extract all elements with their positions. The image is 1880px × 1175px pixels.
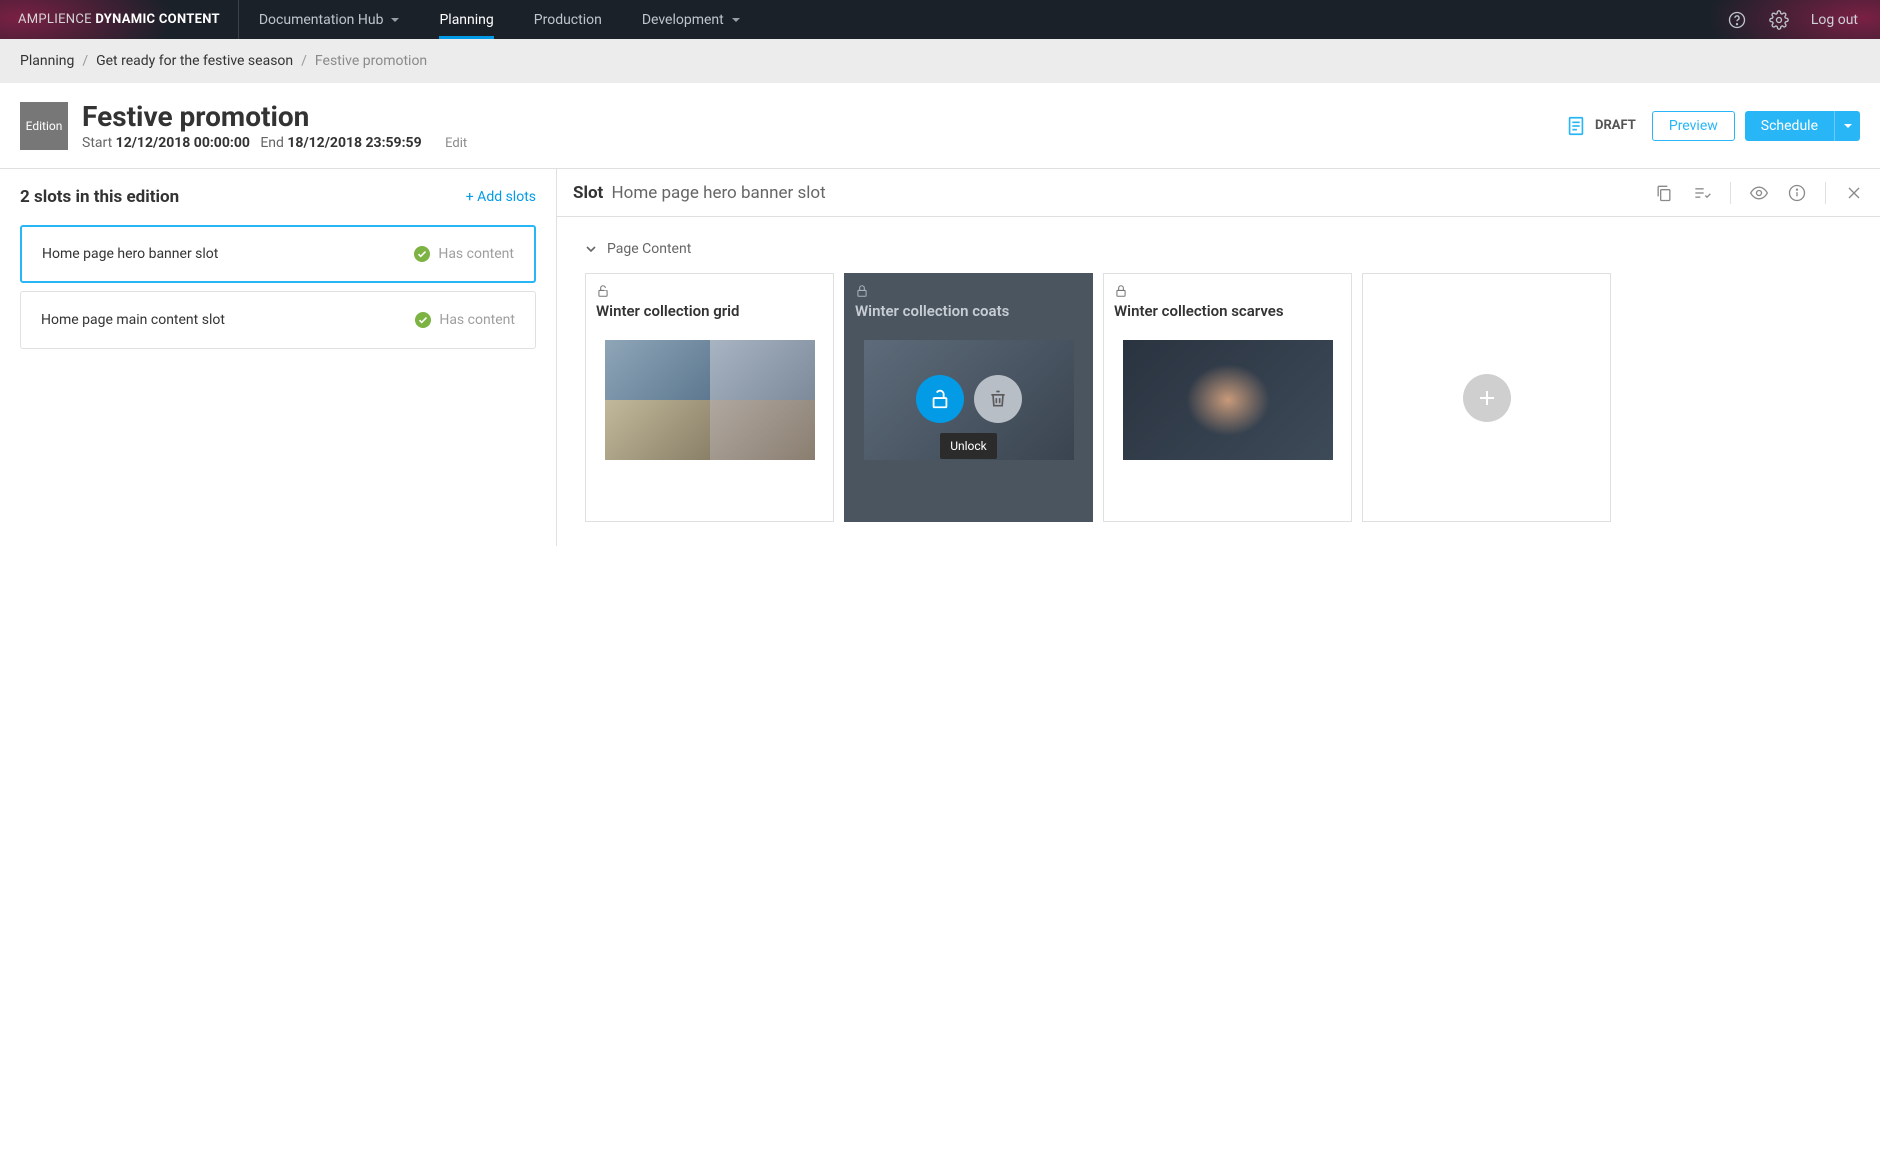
- nav-planning[interactable]: Planning: [419, 0, 513, 39]
- nav-documentation-hub[interactable]: Documentation Hub: [239, 0, 420, 39]
- card-title: Winter collection scarves: [1114, 302, 1341, 320]
- card-title: Winter collection grid: [596, 302, 823, 320]
- start-value: 12/12/2018 00:00:00: [116, 135, 250, 151]
- top-bar: AMPLIENCE DYNAMIC CONTENT Documentation …: [0, 0, 1880, 39]
- edition-actions: DRAFT Preview Schedule: [1565, 111, 1860, 141]
- unlock-tooltip: Unlock: [940, 433, 997, 459]
- lock-icon: [855, 284, 869, 298]
- content-card-grid[interactable]: Winter collection grid: [585, 273, 834, 522]
- card-thumbnail-grid: [605, 340, 815, 460]
- slot-card-hero[interactable]: Home page hero banner slot Has content: [20, 225, 536, 283]
- check-icon: [415, 312, 431, 328]
- slots-heading-row: 2 slots in this edition + Add slots: [20, 187, 536, 207]
- crumb-event[interactable]: Get ready for the festive season: [96, 53, 293, 69]
- delete-button[interactable]: [974, 375, 1022, 423]
- settings-icon[interactable]: [1769, 10, 1789, 30]
- schedule-button[interactable]: Schedule: [1745, 111, 1834, 141]
- card-thumbnail: [1123, 340, 1333, 460]
- caret-down-icon: [1844, 124, 1852, 128]
- divider: [1825, 182, 1826, 204]
- page-content-section: Page Content Winter collection grid Wint…: [557, 217, 1880, 546]
- section-toggle[interactable]: Page Content: [585, 241, 1852, 257]
- overlay-buttons: [916, 375, 1022, 423]
- logout-link[interactable]: Log out: [1811, 12, 1858, 28]
- content-card-scarves[interactable]: Winter collection scarves: [1103, 273, 1352, 522]
- has-content-label: Has content: [439, 312, 515, 328]
- chevron-down-icon: [585, 243, 597, 255]
- status-text: DRAFT: [1595, 118, 1636, 133]
- slot-name-display: Home page hero banner slot: [612, 183, 826, 203]
- check-icon: [414, 246, 430, 262]
- nav-label: Development: [642, 12, 724, 28]
- divider: [1730, 182, 1731, 204]
- edition-header: Edition Festive promotion Start 12/12/20…: [0, 83, 1880, 169]
- crumb-current: Festive promotion: [315, 53, 427, 69]
- add-content-button[interactable]: [1463, 374, 1511, 422]
- brand-light: AMPLIENCE: [18, 12, 92, 27]
- add-slots-link[interactable]: + Add slots: [466, 189, 536, 205]
- slot-label: Slot: [573, 183, 603, 203]
- help-icon[interactable]: [1727, 10, 1747, 30]
- edition-title: Festive promotion: [82, 100, 467, 133]
- content-card-add[interactable]: [1362, 273, 1611, 522]
- edit-link[interactable]: Edit: [445, 136, 467, 151]
- breadcrumb: Planning / Get ready for the festive sea…: [0, 39, 1880, 83]
- crumb-planning[interactable]: Planning: [20, 53, 74, 69]
- chevron-down-icon: [391, 18, 399, 22]
- nav-production[interactable]: Production: [514, 0, 622, 39]
- close-icon[interactable]: [1844, 183, 1864, 203]
- brand: AMPLIENCE DYNAMIC CONTENT: [0, 0, 239, 39]
- has-content-label: Has content: [438, 246, 514, 262]
- left-panel: 2 slots in this edition + Add slots Home…: [0, 169, 556, 546]
- nav-label: Planning: [439, 12, 493, 28]
- main: 2 slots in this edition + Add slots Home…: [0, 169, 1880, 546]
- nav-label: Documentation Hub: [259, 12, 384, 28]
- chevron-down-icon: [732, 18, 740, 22]
- lock-icon: [1114, 284, 1128, 298]
- status-draft: DRAFT: [1565, 115, 1636, 137]
- unlock-button[interactable]: [916, 375, 964, 423]
- edition-info: Festive promotion Start 12/12/2018 00:00…: [82, 100, 467, 151]
- top-right: Log out: [1727, 10, 1880, 30]
- right-header: Slot Home page hero banner slot: [557, 169, 1880, 217]
- right-title: Slot Home page hero banner slot: [573, 183, 826, 203]
- trash-icon: [988, 389, 1008, 409]
- info-icon[interactable]: [1787, 183, 1807, 203]
- brand-bold: DYNAMIC CONTENT: [95, 12, 220, 27]
- schedule-button-group: Schedule: [1745, 111, 1860, 141]
- right-header-actions: [1654, 182, 1864, 204]
- end-label: End: [260, 135, 284, 151]
- right-panel: Slot Home page hero banner slot Page Con…: [556, 169, 1880, 546]
- plus-icon: [1475, 386, 1499, 410]
- start-label: Start: [82, 135, 112, 151]
- card-overlay: Unlock: [845, 312, 1092, 521]
- end-value: 18/12/2018 23:59:59: [287, 135, 421, 151]
- slot-card-main[interactable]: Home page main content slot Has content: [20, 291, 536, 349]
- nav-development[interactable]: Development: [622, 0, 760, 39]
- content-card-coats-hover[interactable]: Winter collection coats Unlock: [844, 273, 1093, 522]
- copy-icon[interactable]: [1654, 183, 1674, 203]
- crumb-separator: /: [82, 53, 88, 69]
- unlock-icon: [596, 284, 610, 298]
- schedule-dropdown-button[interactable]: [1834, 111, 1860, 141]
- eye-icon[interactable]: [1749, 183, 1769, 203]
- edition-meta: Start 12/12/2018 00:00:00 End 18/12/2018…: [82, 135, 467, 151]
- slots-heading: 2 slots in this edition: [20, 187, 179, 207]
- document-icon: [1565, 115, 1587, 137]
- checklist-icon[interactable]: [1692, 183, 1712, 203]
- section-label: Page Content: [607, 241, 691, 257]
- nav: Documentation Hub Planning Production De…: [239, 0, 760, 39]
- nav-label: Production: [534, 12, 602, 28]
- unlock-icon: [929, 388, 951, 410]
- preview-button[interactable]: Preview: [1652, 111, 1735, 141]
- edition-badge: Edition: [20, 102, 68, 150]
- slot-name: Home page hero banner slot: [42, 246, 414, 262]
- crumb-separator: /: [301, 53, 307, 69]
- content-grid: Winter collection grid Winter collection…: [585, 273, 1852, 522]
- slot-name: Home page main content slot: [41, 312, 415, 328]
